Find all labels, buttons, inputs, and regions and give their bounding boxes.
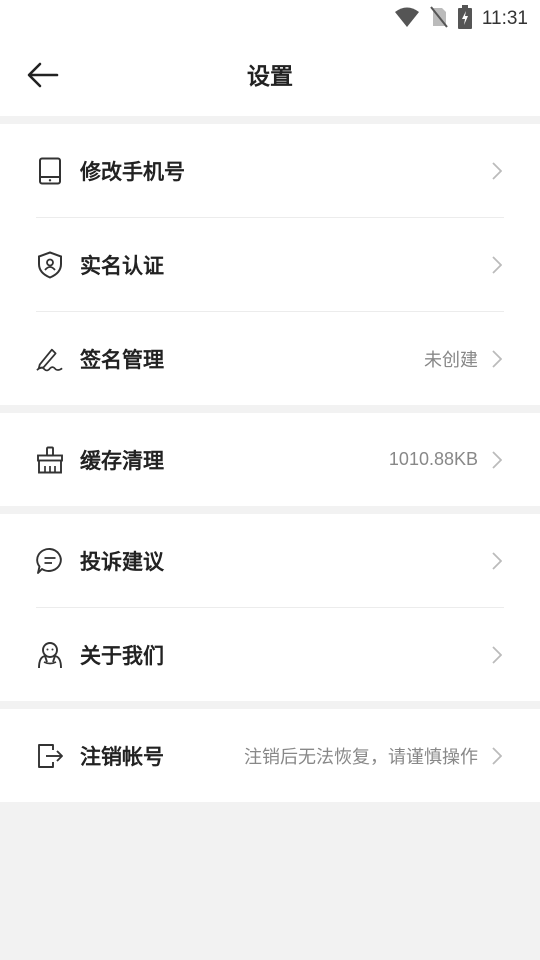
settings-item-delete-account[interactable]: 注销帐号 注销后无法恢复，请谨慎操作 [0, 709, 540, 802]
battery-charging-icon [457, 5, 472, 33]
chevron-right-icon [490, 349, 504, 368]
chevron-right-icon [490, 255, 504, 274]
settings-item-about-us[interactable]: 关于我们 [0, 608, 540, 701]
deletion-warning: 注销后无法恢复，请谨慎操作 [244, 746, 478, 768]
status-bar: 11:31 [0, 0, 540, 38]
settings-item-label: 修改手机号 [80, 159, 185, 184]
page-title: 设置 [247, 64, 293, 90]
arrow-left-icon [27, 62, 59, 92]
settings-item-label: 投诉建议 [80, 549, 164, 574]
settings-item-real-name-auth[interactable]: 实名认证 [0, 218, 540, 311]
title-bar: 设置 [0, 38, 540, 116]
chevron-right-icon [490, 645, 504, 664]
settings-group-account: 修改手机号 实名认证 签名管理 未创建 [0, 124, 540, 405]
settings-item-label: 关于我们 [80, 643, 164, 668]
shield-user-icon [36, 250, 64, 279]
team-hug-icon [36, 641, 64, 669]
logout-icon [36, 742, 64, 770]
settings-item-label: 注销帐号 [80, 744, 164, 769]
status-icons: 11:31 [394, 5, 528, 33]
chevron-right-icon [490, 746, 504, 765]
status-time: 11:31 [481, 8, 528, 29]
chevron-right-icon [490, 450, 504, 469]
settings-item-label: 缓存清理 [80, 448, 164, 473]
settings-item-label: 实名认证 [80, 253, 164, 278]
cache-size: 1010.88KB [388, 449, 478, 469]
no-sim-icon [430, 6, 448, 32]
settings-item-label: 签名管理 [80, 347, 164, 372]
settings-item-clear-cache[interactable]: 缓存清理 1010.88KB [0, 413, 540, 506]
settings-item-change-phone[interactable]: 修改手机号 [0, 124, 540, 217]
settings-item-feedback[interactable]: 投诉建议 [0, 514, 540, 607]
settings-group-account-deletion: 注销帐号 注销后无法恢复，请谨慎操作 [0, 709, 540, 802]
signature-pen-icon [36, 345, 64, 373]
chevron-right-icon [490, 551, 504, 570]
chevron-right-icon [490, 161, 504, 180]
section-gap [0, 506, 540, 514]
section-gap [0, 405, 540, 413]
settings-item-signature-management[interactable]: 签名管理 未创建 [0, 312, 540, 405]
wifi-icon [394, 6, 420, 32]
tablet-icon [36, 157, 64, 185]
signature-status: 未创建 [424, 349, 478, 371]
broom-icon [36, 446, 64, 474]
chat-bubble-icon [36, 547, 64, 575]
settings-group-cache: 缓存清理 1010.88KB [0, 413, 540, 506]
section-gap [0, 116, 540, 124]
section-gap [0, 701, 540, 709]
back-button[interactable] [24, 60, 62, 94]
settings-group-support: 投诉建议 关于我们 [0, 514, 540, 701]
